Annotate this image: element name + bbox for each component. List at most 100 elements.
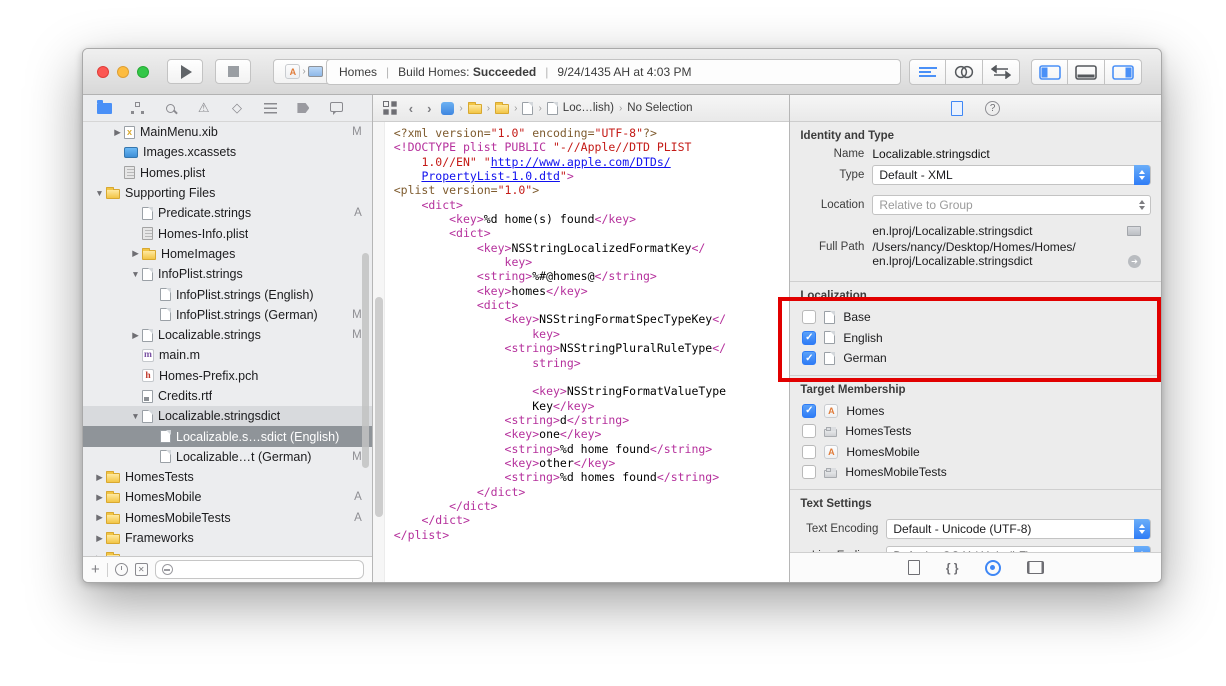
file-row[interactable]: ▼InfoPlist.strings <box>83 264 372 284</box>
checkbox-checked-icon[interactable]: ✓ <box>802 331 816 345</box>
related-items-icon[interactable] <box>383 101 389 107</box>
add-file-button[interactable]: + <box>91 561 100 578</box>
version-editor-button[interactable] <box>983 59 1020 85</box>
filter-field[interactable] <box>155 560 364 579</box>
target-membership-row[interactable]: AHomesMobile <box>790 442 1161 463</box>
file-row[interactable]: Localizable.s…sdict (English) <box>83 426 372 446</box>
stepper-icon <box>1134 165 1150 185</box>
checkbox-checked-icon[interactable]: ✓ <box>802 351 816 365</box>
disclosure-triangle-icon[interactable]: ▶ <box>129 330 142 341</box>
file-row[interactable]: ▼Supporting Files <box>83 183 372 203</box>
file-row[interactable]: InfoPlist.strings (German)M <box>83 305 372 325</box>
disclosure-triangle-icon[interactable]: ▶ <box>93 512 106 523</box>
file-row[interactable]: hHomes-Prefix.pch <box>83 366 372 386</box>
h-file-icon: h <box>142 369 154 382</box>
name-value[interactable]: Localizable.stringsdict <box>872 147 989 161</box>
run-button[interactable] <box>167 59 203 84</box>
file-row[interactable]: ▶HomeImages <box>83 244 372 264</box>
app-scheme-icon: A <box>285 64 300 79</box>
report-navigator-icon[interactable] <box>328 100 346 116</box>
file-row[interactable]: Images.xcassets <box>83 142 372 162</box>
code-snippet-library-icon[interactable]: { } <box>946 561 959 575</box>
file-row[interactable]: ▶HomesMobileTestsA <box>83 508 372 528</box>
code-line: </dict> <box>394 499 790 513</box>
checkbox-unchecked-icon[interactable] <box>802 465 816 479</box>
localization-row[interactable]: ✓English <box>790 328 1161 349</box>
forward-button[interactable]: › <box>423 101 435 116</box>
toggle-navigator-button[interactable] <box>1031 59 1068 85</box>
target-membership-row[interactable]: HomesMobileTests <box>790 462 1161 483</box>
disclosure-triangle-icon[interactable]: ▶ <box>93 492 106 503</box>
file-row[interactable]: ▶xMainMenu.xibM <box>83 122 372 142</box>
project-navigator-icon[interactable] <box>95 100 113 116</box>
file-row[interactable]: mmain.m <box>83 345 372 365</box>
file-row[interactable]: ▶ <box>83 548 372 556</box>
search-navigator-icon[interactable] <box>161 100 179 116</box>
status-separator: | <box>545 65 548 79</box>
breakpoint-navigator-icon[interactable] <box>294 100 312 116</box>
toggle-debug-area-button[interactable] <box>1068 59 1105 85</box>
disclosure-triangle-icon[interactable]: ▶ <box>129 248 142 259</box>
file-row[interactable]: Credits.rtf <box>83 386 372 406</box>
stop-button[interactable] <box>215 59 251 84</box>
back-button[interactable]: ‹ <box>405 101 417 116</box>
file-row[interactable]: ▶Localizable.stringsM <box>83 325 372 345</box>
folder-icon[interactable] <box>1127 226 1141 236</box>
issue-navigator-icon[interactable]: ⚠ <box>195 100 213 116</box>
location-dropdown[interactable]: Relative to Group <box>872 195 1151 215</box>
file-row[interactable]: ▶HomesTests <box>83 467 372 487</box>
file-row[interactable]: Predicate.stringsA <box>83 203 372 223</box>
navigator-scrollbar[interactable] <box>362 253 369 468</box>
close-window-button[interactable] <box>97 66 109 78</box>
code-line: <string>%#@homes@</string> <box>394 269 790 283</box>
folder-file-icon <box>106 473 120 483</box>
disclosure-triangle-icon[interactable]: ▼ <box>129 269 142 279</box>
file-row[interactable]: Homes.plist <box>83 163 372 183</box>
disclosure-triangle-icon[interactable]: ▶ <box>93 472 106 483</box>
reveal-arrow-icon[interactable]: ➔ <box>1128 255 1141 268</box>
target-membership-row[interactable]: HomesTests <box>790 421 1161 442</box>
toggle-utilities-button[interactable] <box>1105 59 1142 85</box>
target-membership-row[interactable]: ✓AHomes <box>790 401 1161 422</box>
recent-files-filter-icon[interactable] <box>115 563 128 576</box>
standard-editor-button[interactable] <box>909 59 946 85</box>
disclosure-triangle-icon[interactable]: ▶ <box>93 533 106 544</box>
object-library-icon[interactable] <box>985 560 1001 576</box>
localization-row[interactable]: ✓German <box>790 348 1161 369</box>
check-row-label: Homes <box>846 404 884 418</box>
breadcrumb[interactable]: › › › › Loc…lish) › No Selection <box>441 102 692 115</box>
code-line: </dict> <box>394 513 790 527</box>
zoom-window-button[interactable] <box>137 66 149 78</box>
file-row[interactable]: ▼Localizable.stringsdict <box>83 406 372 426</box>
file-row[interactable]: InfoPlist.strings (English) <box>83 284 372 304</box>
test-navigator-icon[interactable]: ◇ <box>228 100 246 116</box>
disclosure-triangle-icon[interactable]: ▼ <box>93 188 106 198</box>
source-control-filter-icon[interactable]: ✕ <box>135 563 148 576</box>
xcassets-file-icon <box>124 147 138 158</box>
file-row[interactable]: Homes-Info.plist <box>83 223 372 243</box>
file-template-library-icon[interactable] <box>908 560 920 575</box>
checkbox-unchecked-icon[interactable] <box>802 424 816 438</box>
code-folding-ribbon[interactable] <box>373 122 385 582</box>
assistant-editor-button[interactable] <box>946 59 983 85</box>
symbol-navigator-icon[interactable] <box>128 100 146 116</box>
debug-navigator-icon[interactable] <box>261 100 279 116</box>
file-row[interactable]: ▶HomesMobileA <box>83 487 372 507</box>
checkbox-unchecked-icon[interactable] <box>802 310 816 324</box>
disclosure-triangle-icon[interactable]: ▶ <box>111 127 124 138</box>
file-inspector-tab-icon[interactable] <box>951 101 963 116</box>
minimize-window-button[interactable] <box>117 66 129 78</box>
media-library-icon[interactable] <box>1027 561 1044 574</box>
checkbox-checked-icon[interactable]: ✓ <box>802 404 816 418</box>
localization-row[interactable]: Base <box>790 307 1161 328</box>
type-dropdown[interactable]: Default - XML <box>872 165 1151 185</box>
file-row[interactable]: ▶Frameworks <box>83 528 372 548</box>
file-row[interactable]: Localizable…t (German)M <box>83 447 372 467</box>
checkbox-unchecked-icon[interactable] <box>802 445 816 459</box>
quick-help-tab-icon[interactable]: ? <box>985 101 1000 116</box>
disclosure-triangle-icon[interactable]: ▼ <box>129 411 142 421</box>
code-line: <string>NSStringPluralRuleType</ <box>394 341 790 355</box>
code-line: <string>%d homes found</string> <box>394 470 790 484</box>
text-encoding-dropdown[interactable]: Default - Unicode (UTF-8) <box>886 519 1151 539</box>
source-code[interactable]: <?xml version="1.0" encoding="UTF-8"?><!… <box>385 126 790 582</box>
